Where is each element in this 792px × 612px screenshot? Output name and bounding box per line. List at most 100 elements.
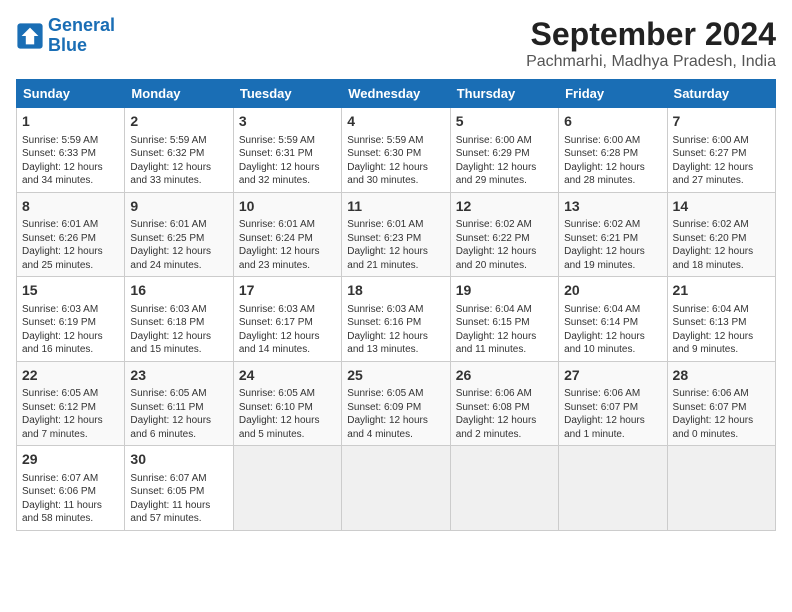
day-info: Sunrise: 6:06 AMSunset: 6:08 PMDaylight:… [456,387,553,441]
calendar-title: September 2024 [526,16,776,53]
calendar-day-24: 24Sunrise: 6:05 AMSunset: 6:10 PMDayligh… [233,361,341,446]
calendar-day-25: 25Sunrise: 6:05 AMSunset: 6:09 PMDayligh… [342,361,450,446]
calendar-table: SundayMondayTuesdayWednesdayThursdayFrid… [16,79,776,531]
calendar-day-13: 13Sunrise: 6:02 AMSunset: 6:21 PMDayligh… [559,192,667,277]
day-info: Sunrise: 6:01 AMSunset: 6:26 PMDaylight:… [22,218,119,272]
logo-line1: General [48,15,115,35]
calendar-day-19: 19Sunrise: 6:04 AMSunset: 6:15 PMDayligh… [450,277,558,362]
day-info: Sunrise: 6:01 AMSunset: 6:24 PMDaylight:… [239,218,336,272]
day-number: 13 [564,197,661,217]
day-number: 22 [22,366,119,386]
day-number: 19 [456,281,553,301]
logo: General Blue [16,16,115,56]
day-info: Sunrise: 5:59 AMSunset: 6:31 PMDaylight:… [239,134,336,188]
day-info: Sunrise: 6:03 AMSunset: 6:18 PMDaylight:… [130,303,227,357]
calendar-day-22: 22Sunrise: 6:05 AMSunset: 6:12 PMDayligh… [17,361,125,446]
weekday-header-monday: Monday [125,80,233,108]
day-number: 26 [456,366,553,386]
calendar-day-12: 12Sunrise: 6:02 AMSunset: 6:22 PMDayligh… [450,192,558,277]
calendar-day-20: 20Sunrise: 6:04 AMSunset: 6:14 PMDayligh… [559,277,667,362]
calendar-day-7: 7Sunrise: 6:00 AMSunset: 6:27 PMDaylight… [667,108,775,193]
day-number: 27 [564,366,661,386]
calendar-empty-cell [667,446,775,531]
weekday-header-sunday: Sunday [17,80,125,108]
day-number: 3 [239,112,336,132]
calendar-empty-cell [450,446,558,531]
calendar-empty-cell [233,446,341,531]
day-info: Sunrise: 6:00 AMSunset: 6:28 PMDaylight:… [564,134,661,188]
day-info: Sunrise: 6:04 AMSunset: 6:15 PMDaylight:… [456,303,553,357]
calendar-day-6: 6Sunrise: 6:00 AMSunset: 6:28 PMDaylight… [559,108,667,193]
day-info: Sunrise: 6:07 AMSunset: 6:06 PMDaylight:… [22,472,119,526]
day-number: 2 [130,112,227,132]
day-info: Sunrise: 6:06 AMSunset: 6:07 PMDaylight:… [564,387,661,441]
day-number: 28 [673,366,770,386]
calendar-day-17: 17Sunrise: 6:03 AMSunset: 6:17 PMDayligh… [233,277,341,362]
day-info: Sunrise: 6:03 AMSunset: 6:16 PMDaylight:… [347,303,444,357]
day-number: 17 [239,281,336,301]
weekday-header-row: SundayMondayTuesdayWednesdayThursdayFrid… [17,80,776,108]
calendar-week-row: 1Sunrise: 5:59 AMSunset: 6:33 PMDaylight… [17,108,776,193]
weekday-header-wednesday: Wednesday [342,80,450,108]
day-info: Sunrise: 6:04 AMSunset: 6:13 PMDaylight:… [673,303,770,357]
day-number: 14 [673,197,770,217]
day-info: Sunrise: 6:03 AMSunset: 6:17 PMDaylight:… [239,303,336,357]
day-info: Sunrise: 6:02 AMSunset: 6:20 PMDaylight:… [673,218,770,272]
calendar-week-row: 22Sunrise: 6:05 AMSunset: 6:12 PMDayligh… [17,361,776,446]
day-number: 7 [673,112,770,132]
day-number: 23 [130,366,227,386]
day-number: 25 [347,366,444,386]
day-number: 12 [456,197,553,217]
weekday-header-tuesday: Tuesday [233,80,341,108]
calendar-day-10: 10Sunrise: 6:01 AMSunset: 6:24 PMDayligh… [233,192,341,277]
day-number: 30 [130,450,227,470]
calendar-empty-cell [342,446,450,531]
calendar-day-21: 21Sunrise: 6:04 AMSunset: 6:13 PMDayligh… [667,277,775,362]
calendar-empty-cell [559,446,667,531]
day-info: Sunrise: 6:01 AMSunset: 6:25 PMDaylight:… [130,218,227,272]
calendar-day-2: 2Sunrise: 5:59 AMSunset: 6:32 PMDaylight… [125,108,233,193]
day-info: Sunrise: 6:06 AMSunset: 6:07 PMDaylight:… [673,387,770,441]
day-info: Sunrise: 6:04 AMSunset: 6:14 PMDaylight:… [564,303,661,357]
day-info: Sunrise: 5:59 AMSunset: 6:33 PMDaylight:… [22,134,119,188]
day-info: Sunrise: 6:00 AMSunset: 6:27 PMDaylight:… [673,134,770,188]
calendar-day-1: 1Sunrise: 5:59 AMSunset: 6:33 PMDaylight… [17,108,125,193]
calendar-week-row: 8Sunrise: 6:01 AMSunset: 6:26 PMDaylight… [17,192,776,277]
calendar-day-26: 26Sunrise: 6:06 AMSunset: 6:08 PMDayligh… [450,361,558,446]
day-number: 1 [22,112,119,132]
logo-line2: Blue [48,35,87,55]
logo-icon [16,22,44,50]
day-info: Sunrise: 6:02 AMSunset: 6:21 PMDaylight:… [564,218,661,272]
day-number: 11 [347,197,444,217]
weekday-header-thursday: Thursday [450,80,558,108]
weekday-header-saturday: Saturday [667,80,775,108]
calendar-day-28: 28Sunrise: 6:06 AMSunset: 6:07 PMDayligh… [667,361,775,446]
day-number: 9 [130,197,227,217]
day-info: Sunrise: 6:05 AMSunset: 6:09 PMDaylight:… [347,387,444,441]
calendar-day-23: 23Sunrise: 6:05 AMSunset: 6:11 PMDayligh… [125,361,233,446]
logo-text: General Blue [48,16,115,56]
calendar-day-4: 4Sunrise: 5:59 AMSunset: 6:30 PMDaylight… [342,108,450,193]
title-area: September 2024 Pachmarhi, Madhya Pradesh… [526,16,776,71]
day-number: 21 [673,281,770,301]
calendar-day-3: 3Sunrise: 5:59 AMSunset: 6:31 PMDaylight… [233,108,341,193]
day-number: 29 [22,450,119,470]
day-number: 5 [456,112,553,132]
day-info: Sunrise: 6:05 AMSunset: 6:10 PMDaylight:… [239,387,336,441]
day-info: Sunrise: 6:05 AMSunset: 6:11 PMDaylight:… [130,387,227,441]
calendar-day-8: 8Sunrise: 6:01 AMSunset: 6:26 PMDaylight… [17,192,125,277]
day-info: Sunrise: 6:01 AMSunset: 6:23 PMDaylight:… [347,218,444,272]
calendar-day-5: 5Sunrise: 6:00 AMSunset: 6:29 PMDaylight… [450,108,558,193]
calendar-day-29: 29Sunrise: 6:07 AMSunset: 6:06 PMDayligh… [17,446,125,531]
day-number: 10 [239,197,336,217]
calendar-day-11: 11Sunrise: 6:01 AMSunset: 6:23 PMDayligh… [342,192,450,277]
day-number: 24 [239,366,336,386]
day-number: 4 [347,112,444,132]
day-number: 8 [22,197,119,217]
day-number: 18 [347,281,444,301]
calendar-week-row: 15Sunrise: 6:03 AMSunset: 6:19 PMDayligh… [17,277,776,362]
calendar-day-18: 18Sunrise: 6:03 AMSunset: 6:16 PMDayligh… [342,277,450,362]
weekday-header-friday: Friday [559,80,667,108]
calendar-day-15: 15Sunrise: 6:03 AMSunset: 6:19 PMDayligh… [17,277,125,362]
day-info: Sunrise: 6:05 AMSunset: 6:12 PMDaylight:… [22,387,119,441]
